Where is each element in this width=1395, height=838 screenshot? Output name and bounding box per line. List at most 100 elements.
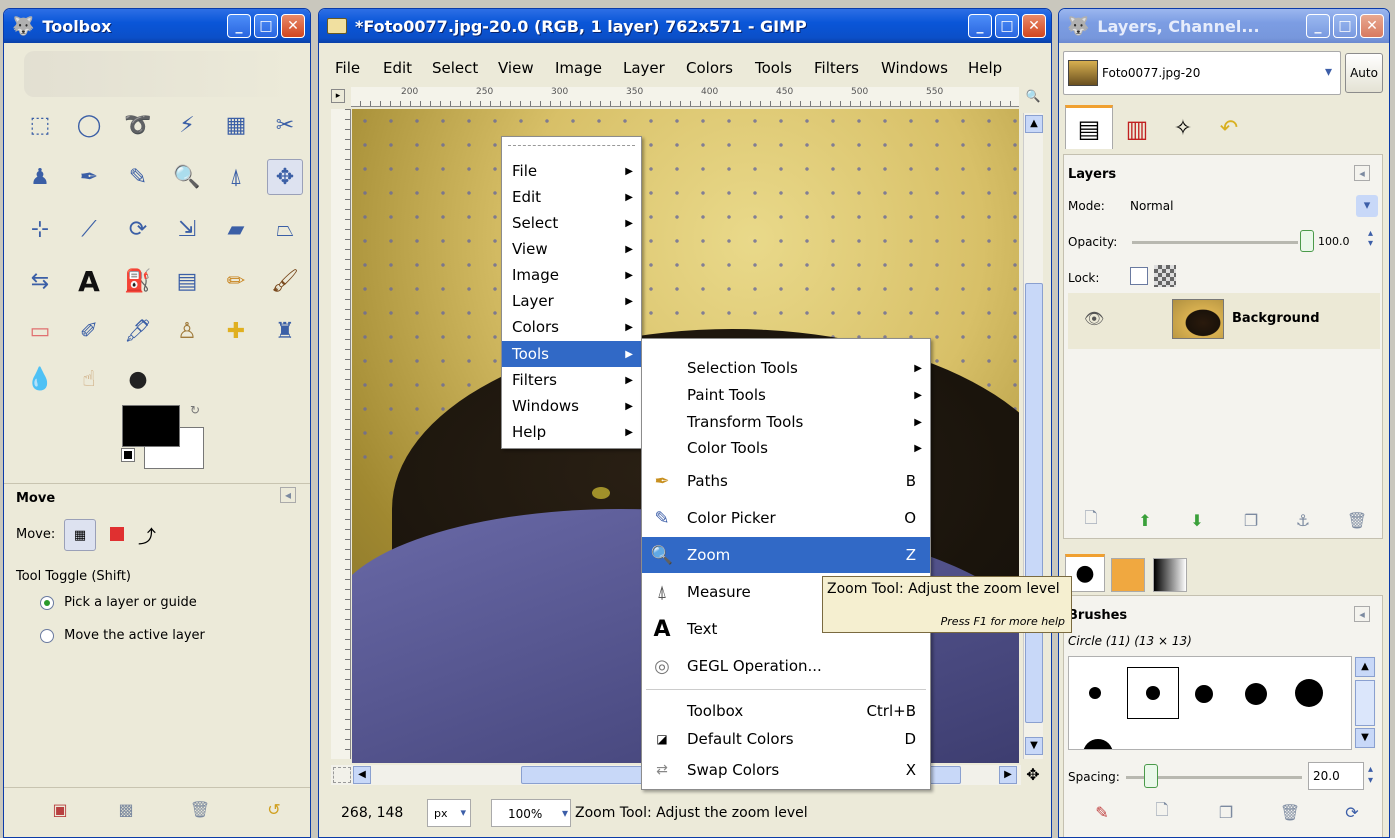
- context-menu-item[interactable]: Edit ▶: [502, 184, 641, 210]
- dodge-burn-icon[interactable]: ●: [120, 361, 156, 397]
- submenu-item-transform-tools[interactable]: Transform Tools ▶: [642, 409, 930, 435]
- airbrush-tool-icon[interactable]: ✐: [71, 313, 107, 349]
- paths-tab-icon[interactable]: ✧: [1161, 109, 1205, 149]
- heal-tool-icon[interactable]: ✚: [218, 313, 254, 349]
- close-button[interactable]: ✕: [281, 14, 305, 38]
- navigate-icon[interactable]: ✥: [1023, 765, 1043, 785]
- anchor-layer-icon[interactable]: ⚓: [1291, 508, 1315, 532]
- vscroll-thumb[interactable]: [1025, 283, 1043, 723]
- scroll-down-icon[interactable]: ▼: [1355, 728, 1375, 748]
- submenu-item-color-tools[interactable]: Color Tools ▶: [642, 435, 930, 461]
- menu-item-swap-colors[interactable]: ⇄ Swap Colors X: [642, 757, 930, 783]
- ruler-menu-button[interactable]: ▸: [331, 89, 345, 103]
- panel-menu-icon[interactable]: ◂: [1354, 606, 1370, 622]
- lower-layer-icon[interactable]: ⬇: [1185, 508, 1209, 532]
- layers-titlebar[interactable]: 🐺 Layers, Channel... _ □ ✕: [1059, 9, 1389, 43]
- minimize-button[interactable]: _: [968, 14, 992, 38]
- context-menu-item[interactable]: Select ▶: [502, 210, 641, 236]
- toolbox-titlebar[interactable]: 🐺 Toolbox _ □ ✕: [4, 9, 310, 43]
- save-options-icon[interactable]: ▣: [48, 797, 72, 821]
- undo-tab-icon[interactable]: ↶: [1207, 109, 1251, 149]
- free-select-icon[interactable]: ➰: [120, 107, 156, 143]
- menu-layer[interactable]: Layer: [623, 59, 665, 77]
- menu-item-toolbox[interactable]: Toolbox Ctrl+B: [642, 698, 930, 724]
- new-brush-icon[interactable]: 🗋: [1150, 800, 1174, 824]
- image-selector[interactable]: Foto0077.jpg-20 ▾: [1063, 51, 1341, 95]
- context-menu-item-tools[interactable]: Tools ▶: [502, 341, 641, 367]
- raise-layer-icon[interactable]: ⬆: [1133, 508, 1157, 532]
- submenu-item-paint-tools[interactable]: Paint Tools ▶: [642, 382, 930, 408]
- opacity-slider-handle[interactable]: [1300, 230, 1314, 252]
- scroll-right-icon[interactable]: ▶: [999, 766, 1017, 784]
- layer-row[interactable]: 👁 Background: [1068, 293, 1380, 349]
- maximize-button[interactable]: □: [995, 14, 1019, 38]
- select-by-color-icon[interactable]: ▦: [218, 107, 254, 143]
- brush-swatch-selected[interactable]: [1127, 667, 1179, 719]
- ink-tool-icon[interactable]: 🖋: [120, 313, 156, 349]
- spacing-slider-handle[interactable]: [1144, 764, 1158, 788]
- scroll-down-icon[interactable]: ▼: [1025, 737, 1043, 755]
- move-layer-mode-icon[interactable]: ▦: [64, 519, 96, 551]
- ellipse-select-icon[interactable]: ◯: [71, 107, 107, 143]
- menu-item-gegl[interactable]: ◎ GEGL Operation...: [642, 650, 930, 682]
- submenu-item-selection-tools[interactable]: Selection Tools ▶: [642, 355, 930, 381]
- minimize-button[interactable]: _: [227, 14, 251, 38]
- radio-pick-layer[interactable]: Pick a layer or guide: [40, 595, 197, 610]
- menu-colors[interactable]: Colors: [686, 59, 733, 77]
- brush-swatch[interactable]: [1295, 679, 1323, 707]
- radio-move-active-dot[interactable]: [40, 628, 54, 643]
- maximize-button[interactable]: □: [1333, 14, 1357, 38]
- tear-off-line[interactable]: [508, 145, 635, 146]
- bucket-fill-icon[interactable]: ⛽: [120, 263, 156, 299]
- mode-select[interactable]: Normal ▾: [1124, 193, 1380, 219]
- context-menu-item[interactable]: Filters ▶: [502, 367, 641, 393]
- perspective-clone-icon[interactable]: ♜: [267, 313, 303, 349]
- refresh-brushes-icon[interactable]: ⟳: [1340, 800, 1364, 824]
- radio-pick-layer-dot[interactable]: [40, 595, 54, 610]
- horizontal-ruler[interactable]: 200 250 300 350 400 450 500 550: [351, 87, 1019, 107]
- color-picker-tool-icon[interactable]: ✎: [120, 159, 156, 195]
- context-menu-item[interactable]: Layer ▶: [502, 288, 641, 314]
- brush-swatch[interactable]: [1245, 683, 1267, 705]
- brush-scroll-thumb[interactable]: [1355, 680, 1375, 726]
- zoom-tool-icon[interactable]: 🔍: [169, 159, 205, 195]
- opacity-slider[interactable]: [1132, 241, 1298, 244]
- menu-item-zoom[interactable]: 🔍 Zoom Z: [642, 537, 930, 573]
- move-selection-mode-icon[interactable]: [110, 527, 124, 541]
- delete-layer-icon[interactable]: 🗑: [1345, 508, 1369, 532]
- duplicate-brush-icon[interactable]: ❐: [1214, 800, 1238, 824]
- shear-tool-icon[interactable]: ▰: [218, 211, 254, 247]
- smudge-tool-icon[interactable]: ☝: [71, 361, 107, 397]
- image-titlebar[interactable]: *Foto0077.jpg-20.0 (RGB, 1 layer) 762x57…: [319, 9, 1051, 43]
- brush-swatch[interactable]: [1083, 739, 1113, 749]
- menu-filters[interactable]: Filters: [814, 59, 859, 77]
- delete-brush-icon[interactable]: 🗑: [1278, 800, 1302, 824]
- menu-view[interactable]: View: [498, 59, 534, 77]
- menu-item-default-colors[interactable]: ◪ Default Colors D: [642, 726, 930, 752]
- menu-help[interactable]: Help: [968, 59, 1002, 77]
- eraser-tool-icon[interactable]: ▭: [22, 313, 58, 349]
- menu-tools[interactable]: Tools: [755, 59, 792, 77]
- scroll-up-icon[interactable]: ▲: [1355, 657, 1375, 677]
- patterns-tab-icon[interactable]: [1111, 558, 1145, 592]
- foreground-select-icon[interactable]: ♟: [22, 159, 58, 195]
- panel-menu-icon[interactable]: ◂: [1354, 165, 1370, 181]
- tool-options-menu-icon[interactable]: ◂: [280, 487, 296, 503]
- minimize-button[interactable]: _: [1306, 14, 1330, 38]
- foreground-color-swatch[interactable]: [122, 405, 180, 447]
- fg-bg-colors[interactable]: ↻: [120, 403, 210, 473]
- menu-select[interactable]: Select: [432, 59, 478, 77]
- blend-tool-icon[interactable]: ▤: [169, 263, 205, 299]
- menu-item-color-picker[interactable]: ✎ Color Picker O: [642, 502, 930, 534]
- swap-colors-icon[interactable]: ↻: [190, 403, 200, 417]
- crop-tool-icon[interactable]: ⟋: [71, 211, 107, 247]
- brush-grid[interactable]: [1068, 656, 1352, 750]
- brush-scrollbar[interactable]: ▲ ▼: [1354, 656, 1376, 750]
- move-tool-icon[interactable]: ✥: [267, 159, 303, 195]
- scale-tool-icon[interactable]: ⇲: [169, 211, 205, 247]
- edit-brush-icon[interactable]: ✎: [1090, 800, 1114, 824]
- perspective-tool-icon[interactable]: ⏢: [267, 211, 303, 247]
- layers-tab-icon[interactable]: ▤: [1065, 105, 1113, 149]
- context-menu-item[interactable]: Windows ▶: [502, 393, 641, 419]
- scroll-up-icon[interactable]: ▲: [1025, 115, 1043, 133]
